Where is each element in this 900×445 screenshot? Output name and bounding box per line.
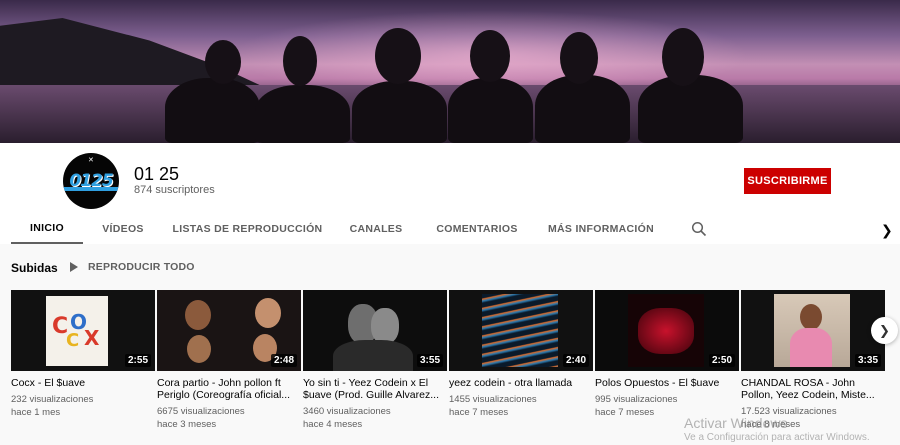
video-duration: 2:40	[562, 354, 589, 367]
banner-person	[352, 81, 447, 143]
video-views: 6675 visualizaciones	[157, 406, 245, 417]
banner-person	[165, 78, 260, 143]
video-age: hace 3 meses	[157, 419, 217, 430]
subscribe-button[interactable]: SUSCRIBIRME	[744, 168, 831, 194]
tab-comentarios[interactable]: COMENTARIOS	[428, 213, 526, 244]
thumbnail-art	[628, 294, 704, 367]
channel-name: 01 25	[134, 164, 180, 184]
thumbnail-art: C O C X	[46, 296, 108, 366]
video-title[interactable]: CHANDAL ROSA - John Pollon, Yeez Codein,…	[741, 377, 885, 401]
video-age: hace 1 mes	[11, 407, 61, 418]
video-duration: 2:48	[270, 354, 297, 367]
watermark-subtitle: Ve a Configuración para activar Windows.	[684, 432, 870, 443]
banner-person-head	[375, 28, 421, 84]
thumbnail-face	[255, 298, 281, 328]
video-thumbnail[interactable]: 2:40	[449, 290, 593, 371]
video-age: hace 4 meses	[303, 419, 363, 430]
banner-person-head	[470, 30, 510, 82]
video-card[interactable]: 3:55 Yo sin ti - Yeez Codein x El $uave …	[303, 290, 447, 431]
banner-person-head	[283, 36, 317, 86]
banner-person	[638, 75, 743, 143]
thumbnail-face	[371, 308, 399, 344]
avatar-logo-stripe	[63, 187, 119, 191]
video-title[interactable]: Cocx - El $uave	[11, 377, 155, 389]
thumbnail-face	[800, 304, 822, 330]
video-title[interactable]: Cora partio - John pollon ft Periglo (Co…	[157, 377, 301, 401]
tab-playlists[interactable]: LISTAS DE REPRODUCCIÓN	[170, 213, 325, 244]
video-thumbnail[interactable]: C O C X 2:55	[11, 290, 155, 371]
thumbnail-art-shape	[638, 308, 694, 354]
windows-activation-watermark: Activar Windows Ve a Configuración para …	[684, 415, 870, 443]
video-title[interactable]: yeez codein - otra llamada	[449, 377, 593, 389]
tab-mas-informacion[interactable]: MÁS INFORMACIÓN	[542, 213, 660, 244]
video-title[interactable]: Polos Opuestos - El $uave	[595, 377, 739, 389]
video-views: 232 visualizaciones	[11, 394, 94, 405]
banner-person-head	[662, 28, 704, 86]
video-thumbnail[interactable]: 2:50	[595, 290, 739, 371]
video-thumbnail[interactable]: 2:48	[157, 290, 301, 371]
section-title: Subidas	[11, 261, 58, 275]
tab-videos[interactable]: VÍDEOS	[92, 213, 154, 244]
video-views: 1455 visualizaciones	[449, 394, 537, 405]
video-thumbnail[interactable]: 3:55	[303, 290, 447, 371]
banner-person	[448, 78, 533, 143]
video-views: 995 visualizaciones	[595, 394, 678, 405]
video-duration: 2:50	[708, 354, 735, 367]
tab-inicio[interactable]: INICIO	[11, 213, 83, 244]
video-age: hace 7 meses	[449, 407, 509, 418]
video-title[interactable]: Yo sin ti - Yeez Codein x El $uave (Prod…	[303, 377, 447, 401]
video-card[interactable]: C O C X 2:55 Cocx - El $uave 232 visuali…	[11, 290, 155, 419]
video-card[interactable]: 2:50 Polos Opuestos - El $uave 995 visua…	[595, 290, 739, 419]
video-card[interactable]: 2:40 yeez codein - otra llamada 1455 vis…	[449, 290, 593, 419]
banner-person	[535, 75, 630, 143]
video-thumbnail[interactable]: 3:35	[741, 290, 885, 371]
thumbnail-art	[482, 294, 558, 367]
video-card[interactable]: 2:48 Cora partio - John pollon ft Perigl…	[157, 290, 301, 431]
thumbnail-shoulders	[333, 340, 413, 371]
video-duration: 3:55	[416, 354, 443, 367]
video-duration: 3:35	[854, 354, 881, 367]
channel-tabs: INICIO VÍDEOS LISTAS DE REPRODUCCIÓN CAN…	[0, 213, 900, 244]
banner-person	[255, 85, 350, 143]
play-all-label: REPRODUCIR TODO	[88, 261, 195, 273]
video-views: 3460 visualizaciones	[303, 406, 391, 417]
subscriber-count: 874 suscriptores	[134, 184, 215, 196]
play-icon	[70, 262, 78, 272]
carousel-next-button[interactable]: ❯	[871, 317, 898, 344]
channel-banner	[0, 0, 900, 143]
banner-person-head	[205, 40, 241, 84]
thumbnail-art	[774, 294, 850, 367]
channel-avatar[interactable]: ✕ 0125	[63, 153, 119, 209]
channel-header: ✕ 0125 01 25 874 suscriptores SUSCRIBIRM…	[0, 143, 900, 244]
play-all-button[interactable]: REPRODUCIR TODO	[70, 261, 195, 273]
chevron-right-icon[interactable]: ❯	[881, 222, 893, 239]
banner-person-head	[560, 32, 598, 84]
thumbnail-face	[187, 335, 211, 363]
tab-canales[interactable]: CANALES	[340, 213, 412, 244]
thumbnail-face	[185, 300, 211, 330]
search-icon[interactable]	[691, 221, 707, 237]
video-duration: 2:55	[124, 354, 151, 367]
thumbnail-art-text: C	[66, 330, 80, 351]
watermark-title: Activar Windows	[684, 415, 788, 431]
avatar-star-icon: ✕	[88, 157, 94, 164]
chevron-right-icon: ❯	[879, 322, 890, 338]
video-card[interactable]: 3:35 CHANDAL ROSA - John Pollon, Yeez Co…	[741, 290, 885, 431]
thumbnail-figure	[790, 328, 832, 367]
thumbnail-art-text: X	[84, 326, 100, 350]
